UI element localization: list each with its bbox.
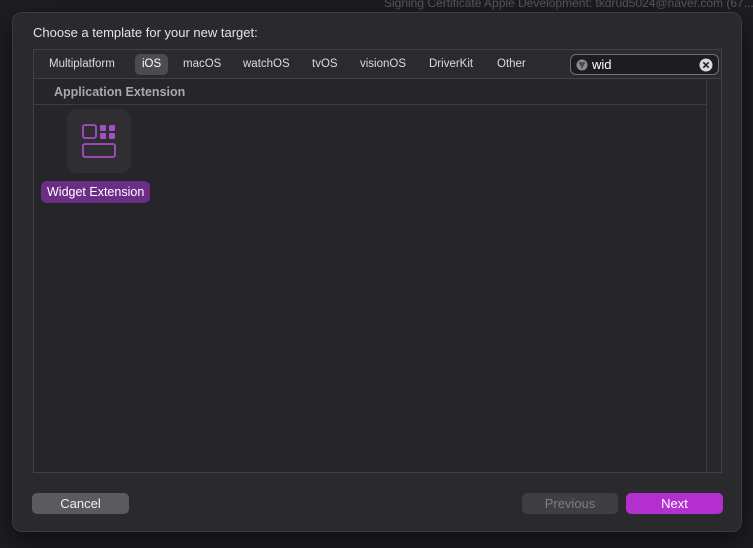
tab-watchos[interactable]: watchOS bbox=[236, 54, 297, 75]
template-widget-extension[interactable]: Widget Extension bbox=[41, 107, 161, 203]
filter-icon[interactable] bbox=[576, 59, 588, 71]
background-window-text: Signing Certificate Apple Development: t… bbox=[384, 0, 753, 10]
tab-driverkit[interactable]: DriverKit bbox=[422, 54, 480, 75]
widget-icon bbox=[67, 109, 131, 173]
cancel-button[interactable]: Cancel bbox=[32, 493, 129, 514]
tab-tvos[interactable]: tvOS bbox=[305, 54, 345, 75]
tab-ios[interactable]: iOS bbox=[135, 54, 169, 75]
tab-visionos[interactable]: visionOS bbox=[353, 54, 413, 75]
vertical-scrollbar[interactable] bbox=[706, 80, 721, 472]
section-header: Application Extension bbox=[34, 80, 707, 105]
template-label: Widget Extension bbox=[41, 181, 151, 203]
template-browser: Multiplatform iOS macOS watchOS tvOS vis… bbox=[33, 49, 722, 473]
tab-other[interactable]: Other bbox=[490, 54, 533, 75]
previous-button[interactable]: Previous bbox=[522, 493, 618, 514]
platform-tab-bar: Multiplatform iOS macOS watchOS tvOS vis… bbox=[34, 50, 721, 79]
tab-macos[interactable]: macOS bbox=[176, 54, 228, 75]
next-button[interactable]: Next bbox=[626, 493, 723, 514]
tab-multiplatform[interactable]: Multiplatform bbox=[42, 54, 122, 75]
clear-icon[interactable] bbox=[699, 58, 713, 72]
dialog-title: Choose a template for your new target: bbox=[33, 25, 258, 40]
search-input[interactable]: wid bbox=[592, 57, 612, 72]
template-search-field[interactable]: wid bbox=[570, 54, 719, 75]
section-title: Application Extension bbox=[54, 85, 186, 99]
new-target-dialog: Choose a template for your new target: M… bbox=[12, 12, 742, 532]
